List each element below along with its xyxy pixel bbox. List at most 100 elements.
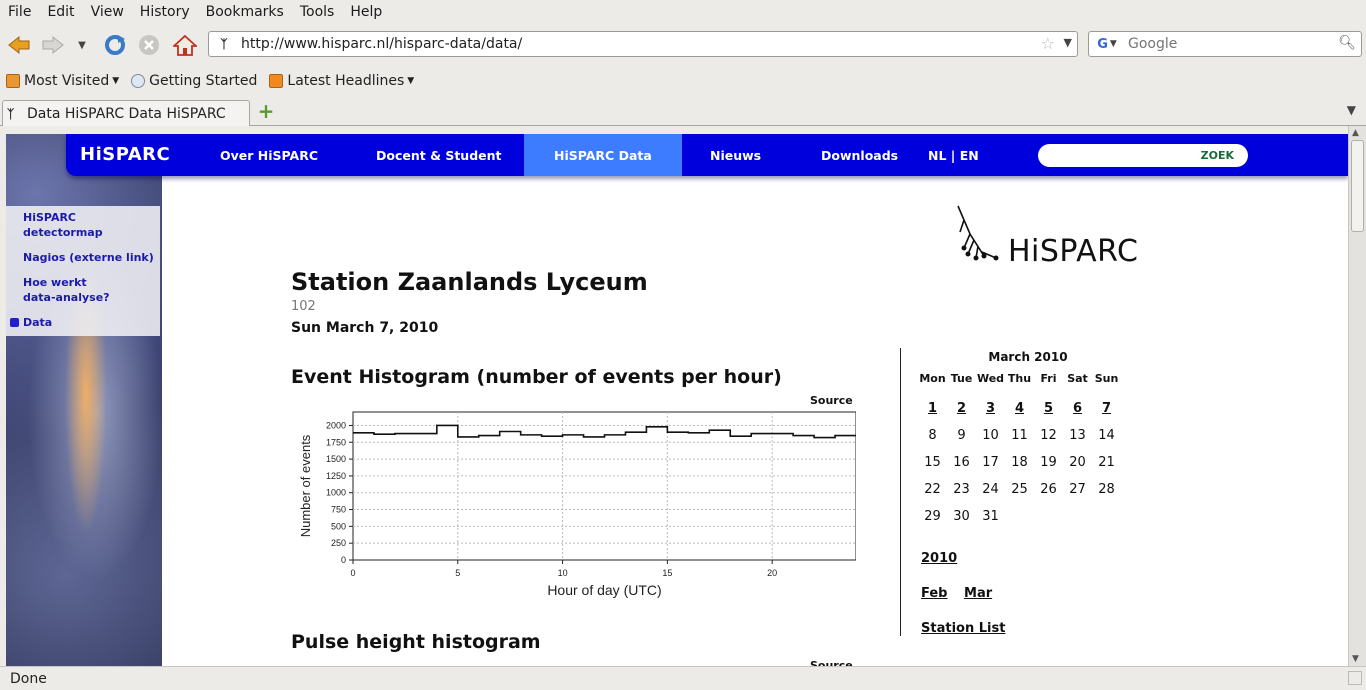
navigation-toolbar: ▼ ᛉ http://www.hisparc.nl/hisparc-data/d… (0, 26, 1366, 64)
stop-button[interactable] (136, 32, 162, 58)
menu-bookmarks[interactable]: Bookmarks (198, 4, 292, 20)
bookmark-latest-headlines[interactable]: Latest Headlines ▼ (269, 73, 414, 89)
source-link[interactable]: Source (810, 659, 853, 666)
zoek-button[interactable]: ZOEK (1201, 149, 1234, 162)
station-number: 102 (291, 299, 316, 314)
reload-button[interactable] (102, 32, 128, 58)
calendar-day-header: Tue (950, 372, 973, 385)
bookmark-star-icon[interactable]: ☆ (1041, 34, 1055, 53)
nav-docent-student[interactable]: Docent & Student (376, 134, 502, 176)
y-tick-label: 0 (341, 555, 346, 565)
forward-button[interactable] (40, 32, 66, 58)
page-title: Station Zaanlands Lyceum (291, 268, 648, 296)
plus-icon: + (257, 99, 275, 123)
new-tab-button[interactable]: + (257, 99, 275, 123)
calendar-day-header: Fri (1040, 372, 1057, 385)
nav-nieuws[interactable]: Nieuws (710, 134, 761, 176)
sidenav-data-analyse-link[interactable]: Hoe werkt data-analyse? (23, 275, 118, 305)
y-tick-label: 500 (331, 521, 346, 531)
calendar-day-header: Mon (919, 372, 946, 385)
logo-text: HiSPARC (1008, 234, 1139, 269)
chevron-down-icon: ▼ (112, 76, 120, 86)
month-link-mar[interactable]: Mar (964, 586, 992, 601)
resize-grip-icon[interactable] (1348, 671, 1362, 685)
calendar-day-1[interactable]: 1 (918, 395, 947, 422)
sidebar-divider (900, 348, 901, 636)
y-tick-label: 1500 (326, 454, 346, 464)
bookmark-most-visited[interactable]: Most Visited ▼ (6, 73, 119, 89)
bookmark-label: Latest Headlines (287, 73, 405, 89)
calendar-day-31: 31 (982, 509, 999, 524)
search-bar[interactable]: G▼ 🔍︎ (1088, 31, 1362, 57)
menu-view[interactable]: View (83, 4, 132, 20)
event-histogram-chart: 0 250 500 750 1000 1250 1500 1750 2000 0 5 10 15 20 Ho… (298, 411, 856, 598)
menu-help[interactable]: Help (342, 4, 390, 20)
tab-title: Data HiSPARC Data HiSPARC (27, 105, 226, 122)
x-tick-label: 15 (662, 568, 672, 578)
sidenav-detectormap-link[interactable]: HiSPARC detectormap (23, 210, 113, 240)
scroll-down-icon[interactable]: ▼ (1352, 654, 1359, 664)
calendar-day-27: 27 (1069, 482, 1086, 497)
status-bar: Done (0, 666, 1366, 690)
calendar-day-28: 28 (1098, 482, 1115, 497)
bookmarks-toolbar: Most Visited ▼ Getting Started Latest Hea… (0, 68, 1366, 94)
y-tick-label: 1000 (326, 488, 346, 498)
sidenav-data-link[interactable]: Data (23, 315, 160, 330)
station-list-link[interactable]: Station List (921, 621, 1005, 636)
calendar-day-3[interactable]: 3 (976, 395, 1005, 422)
calendar-day-15: 15 (924, 455, 941, 470)
nav-downloads[interactable]: Downloads (821, 134, 898, 176)
search-engine-icon[interactable]: G ▼ (1092, 34, 1122, 54)
calendar-day-24: 24 (982, 482, 999, 497)
calendar-empty-cell (1005, 503, 1034, 530)
month-link-feb[interactable]: Feb (921, 586, 947, 601)
scroll-up-icon[interactable]: ▲ (1352, 128, 1359, 138)
menu-edit[interactable]: Edit (39, 4, 82, 20)
home-button[interactable] (172, 32, 198, 58)
pulse-height-heading: Pulse height histogram (291, 631, 541, 653)
menu-history[interactable]: History (132, 4, 198, 20)
calendar-day-8: 8 (928, 428, 937, 443)
menu-file[interactable]: File (0, 4, 39, 20)
back-button[interactable] (6, 32, 32, 58)
calendar-empty-cell (1092, 503, 1121, 530)
site-favicon-icon: ᛉ (7, 106, 15, 121)
calendar-day-header: Sun (1094, 372, 1119, 385)
site-search-input[interactable]: ZOEK (1038, 144, 1248, 167)
y-tick-label: 2000 (326, 420, 346, 430)
site-header: HiSPARC Over HiSPARC Docent & Student Hi… (66, 134, 1348, 176)
calendar-day-4[interactable]: 4 (1005, 395, 1034, 422)
year-link[interactable]: 2010 (921, 551, 957, 566)
history-dropdown[interactable]: ▼ (72, 32, 92, 58)
search-input[interactable] (1128, 36, 1328, 52)
page-date: Sun March 7, 2010 (291, 320, 439, 336)
site-favicon-icon: ᛉ (220, 37, 228, 51)
tab-list-button[interactable]: ▼ (1347, 103, 1356, 117)
scroll-thumb[interactable] (1351, 140, 1364, 232)
y-axis-label: Number of events (298, 434, 313, 537)
site-brand[interactable]: HiSPARC (80, 144, 170, 165)
nav-hisparc-data[interactable]: HiSPARC Data (524, 134, 682, 176)
calendar-day-6[interactable]: 6 (1063, 395, 1092, 422)
search-icon[interactable]: 🔍︎ (1338, 35, 1356, 51)
menu-tools[interactable]: Tools (292, 4, 343, 20)
nav-over-hisparc[interactable]: Over HiSPARC (220, 134, 318, 176)
bookmark-getting-started[interactable]: Getting Started (131, 73, 257, 89)
sidenav-nagios-link[interactable]: Nagios (externe link) (23, 250, 160, 265)
calendar-day-7[interactable]: 7 (1092, 395, 1121, 422)
calendar-day-10: 10 (982, 428, 999, 443)
tab-data-hisparc[interactable]: ᛉ Data HiSPARC Data HiSPARC (2, 100, 250, 126)
month-links: Feb Mar (921, 586, 1004, 601)
calendar-day-2[interactable]: 2 (947, 395, 976, 422)
vertical-scrollbar[interactable]: ▲ ▼ (1348, 126, 1366, 666)
bookmark-label: Most Visited (24, 73, 110, 89)
nav-language[interactable]: NL | EN (928, 134, 979, 176)
calendar-day-29: 29 (924, 509, 941, 524)
calendar-grid: Mon Tue Wed Thu Fri Sat Sun 1 2 3 4 5 6 7 8 9 10 11 12 13 1… (918, 372, 1121, 530)
calendar-day-5[interactable]: 5 (1034, 395, 1063, 422)
menu-bar: File Edit View History Bookmarks Tools H… (0, 0, 1366, 24)
address-bar[interactable]: ᛉ http://www.hisparc.nl/hisparc-data/dat… (208, 31, 1078, 57)
calendar-day-12: 12 (1040, 428, 1057, 443)
url-dropdown-icon[interactable]: ▼ (1064, 36, 1072, 49)
calendar-day-11: 11 (1011, 428, 1028, 443)
